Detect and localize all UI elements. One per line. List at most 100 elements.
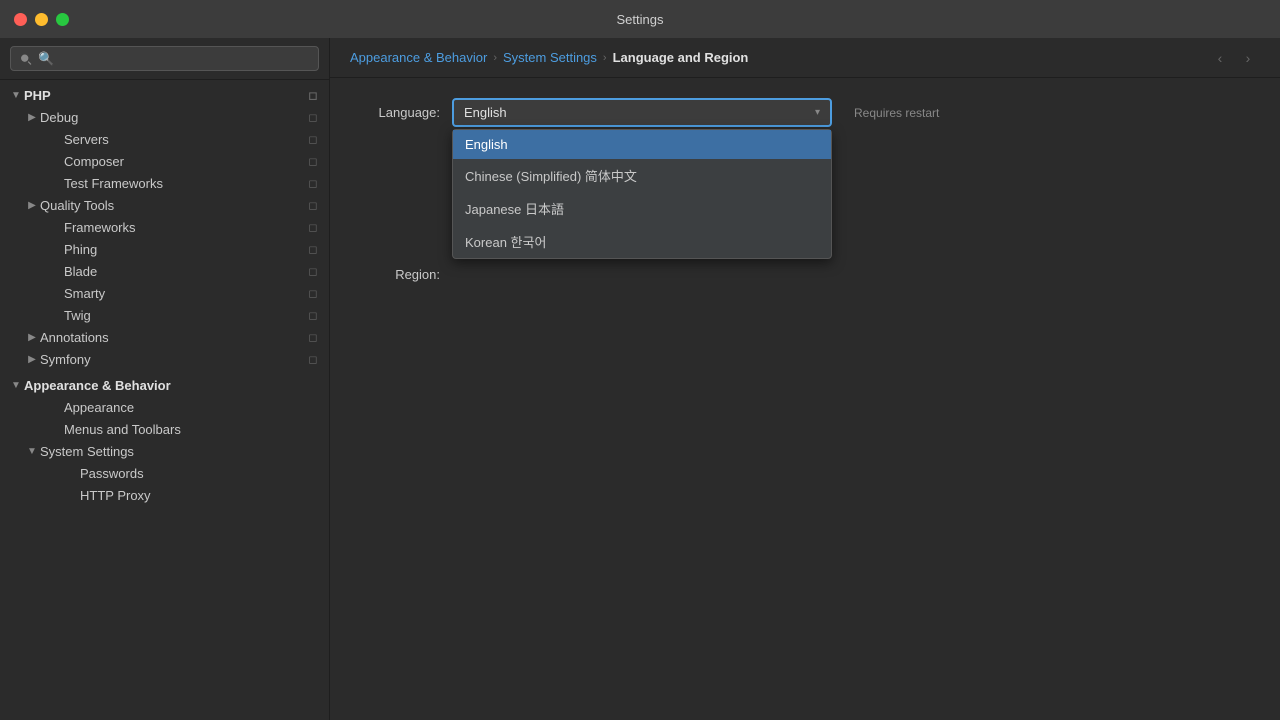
sidebar-item-label: Annotations: [40, 330, 305, 345]
pin-icon: ◻: [305, 197, 321, 213]
breadcrumb-sep-2: ›: [603, 52, 607, 64]
sidebar-item-composer[interactable]: Composer ◻: [0, 150, 329, 172]
spacer: [48, 175, 64, 191]
language-row: Language: English ▾ English Chinese (Sim…: [360, 98, 1250, 127]
search-wrap[interactable]: [10, 46, 319, 71]
sidebar-item-label: Appearance & Behavior: [24, 378, 321, 393]
sidebar-item-label: Twig: [64, 308, 305, 323]
breadcrumb-system-settings[interactable]: System Settings: [503, 50, 597, 65]
spacer: [48, 153, 64, 169]
language-dropdown-container: English ▾ English Chinese (Simplified) 简…: [452, 98, 832, 127]
chevron-icon: [24, 329, 40, 345]
sidebar-item-symfony[interactable]: Symfony ◻: [0, 348, 329, 370]
pin-icon: ◻: [305, 307, 321, 323]
language-label: Language:: [360, 105, 440, 120]
spacer: [48, 285, 64, 301]
language-option-korean[interactable]: Korean 한국어: [453, 225, 831, 258]
breadcrumb-bar: Appearance & Behavior › System Settings …: [330, 38, 1280, 78]
spacer: [48, 263, 64, 279]
content-area: Language: English ▾ English Chinese (Sim…: [330, 78, 1280, 720]
language-selected-value: English: [464, 105, 507, 120]
chevron-down-icon: ▾: [815, 107, 820, 118]
chevron-icon: [8, 377, 24, 393]
sidebar-item-label: Menus and Toolbars: [64, 422, 321, 437]
language-dropdown-menu: English Chinese (Simplified) 简体中文 Japane…: [452, 129, 832, 259]
sidebar-item-label: PHP: [24, 88, 305, 103]
requires-restart-label: Requires restart: [854, 106, 939, 120]
sidebar-item-quality-tools[interactable]: Quality Tools ◻: [0, 194, 329, 216]
pin-icon: ◻: [305, 329, 321, 345]
forward-arrow[interactable]: ›: [1236, 46, 1260, 70]
sidebar-item-label: System Settings: [40, 444, 321, 459]
sidebar-item-system-settings[interactable]: System Settings: [0, 440, 329, 462]
language-dropdown[interactable]: English ▾: [452, 98, 832, 127]
sidebar-item-frameworks[interactable]: Frameworks ◻: [0, 216, 329, 238]
language-option-japanese[interactable]: Japanese 日本語: [453, 192, 831, 225]
sidebar-item-label: Passwords: [80, 466, 321, 481]
sidebar-item-label: HTTP Proxy: [80, 488, 321, 503]
breadcrumb-appearance-behavior[interactable]: Appearance & Behavior: [350, 50, 487, 65]
sidebar-item-label: Composer: [64, 154, 305, 169]
pin-icon: ◻: [305, 285, 321, 301]
sidebar-item-label: Symfony: [40, 352, 305, 367]
spacer: [48, 421, 64, 437]
pin-icon: ◻: [305, 153, 321, 169]
search-bar: [0, 38, 329, 80]
language-option-chinese[interactable]: Chinese (Simplified) 简体中文: [453, 159, 831, 192]
region-row: Region:: [360, 267, 1250, 282]
titlebar: Settings: [0, 0, 1280, 38]
sidebar-item-debug[interactable]: Debug ◻: [0, 106, 329, 128]
chevron-icon: [24, 351, 40, 367]
sidebar-item-blade[interactable]: Blade ◻: [0, 260, 329, 282]
sidebar-item-passwords[interactable]: Passwords: [0, 462, 329, 484]
main-layout: PHP ◻ Debug ◻ Servers ◻ Composer ◻: [0, 38, 1280, 720]
right-panel: Appearance & Behavior › System Settings …: [330, 38, 1280, 720]
sidebar-item-label: Test Frameworks: [64, 176, 305, 191]
spacer: [48, 131, 64, 147]
breadcrumb: Appearance & Behavior › System Settings …: [350, 50, 748, 65]
sidebar-item-smarty[interactable]: Smarty ◻: [0, 282, 329, 304]
sidebar-item-appearance[interactable]: Appearance: [0, 396, 329, 418]
sidebar-item-label: Debug: [40, 110, 305, 125]
pin-icon: ◻: [305, 109, 321, 125]
pin-icon: ◻: [305, 87, 321, 103]
sidebar-item-http-proxy[interactable]: HTTP Proxy: [0, 484, 329, 506]
pin-icon: ◻: [305, 351, 321, 367]
chevron-icon: [8, 87, 24, 103]
sidebar-item-label: Phing: [64, 242, 305, 257]
sidebar-item-label: Blade: [64, 264, 305, 279]
sidebar-item-appearance-behavior[interactable]: Appearance & Behavior: [0, 374, 329, 396]
language-option-english[interactable]: English: [453, 130, 831, 159]
maximize-button[interactable]: [56, 13, 69, 26]
chevron-icon: [24, 443, 40, 459]
sidebar-item-label: Servers: [64, 132, 305, 147]
spacer: [48, 241, 64, 257]
sidebar-tree: PHP ◻ Debug ◻ Servers ◻ Composer ◻: [0, 80, 329, 720]
sidebar-item-menus-toolbars[interactable]: Menus and Toolbars: [0, 418, 329, 440]
sidebar-item-label: Quality Tools: [40, 198, 305, 213]
search-input[interactable]: [38, 51, 310, 66]
pin-icon: ◻: [305, 263, 321, 279]
sidebar-item-test-frameworks[interactable]: Test Frameworks ◻: [0, 172, 329, 194]
sidebar-item-twig[interactable]: Twig ◻: [0, 304, 329, 326]
sidebar-item-servers[interactable]: Servers ◻: [0, 128, 329, 150]
sidebar: PHP ◻ Debug ◻ Servers ◻ Composer ◻: [0, 38, 330, 720]
pin-icon: ◻: [305, 131, 321, 147]
sidebar-item-php[interactable]: PHP ◻: [0, 84, 329, 106]
spacer: [48, 219, 64, 235]
window-controls: [14, 13, 69, 26]
spacer: [48, 399, 64, 415]
minimize-button[interactable]: [35, 13, 48, 26]
chevron-icon: [24, 197, 40, 213]
back-arrow[interactable]: ‹: [1208, 46, 1232, 70]
nav-arrows: ‹ ›: [1208, 46, 1260, 70]
sidebar-item-phing[interactable]: Phing ◻: [0, 238, 329, 260]
breadcrumb-sep-1: ›: [493, 52, 497, 64]
spacer: [64, 465, 80, 481]
sidebar-item-label: Frameworks: [64, 220, 305, 235]
sidebar-item-annotations[interactable]: Annotations ◻: [0, 326, 329, 348]
pin-icon: ◻: [305, 175, 321, 191]
spacer: [64, 487, 80, 503]
sidebar-item-label: Appearance: [64, 400, 321, 415]
close-button[interactable]: [14, 13, 27, 26]
